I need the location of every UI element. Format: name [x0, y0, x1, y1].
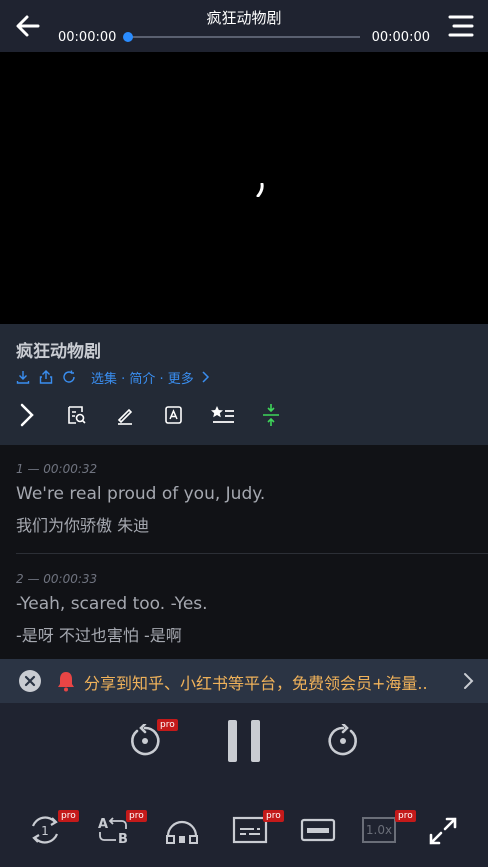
loading-spinner-icon	[256, 183, 264, 197]
menu-icon[interactable]	[446, 10, 476, 42]
pro-badge: pro	[157, 719, 178, 731]
forward-icon[interactable]	[326, 724, 360, 758]
subtitle-index: 1 — 00:00:32	[16, 462, 98, 476]
episode-links[interactable]: 选集 · 简介 · 更多	[91, 368, 194, 387]
download-icon[interactable]	[16, 370, 30, 384]
subtitle-english: We're real proud of you, Judy.	[16, 484, 266, 504]
subtitle-list[interactable]: 1 — 00:00:32 We're real proud of you, Ju…	[0, 445, 488, 659]
refresh-icon[interactable]	[62, 370, 76, 384]
pro-badge: pro	[263, 810, 284, 822]
seek-handle[interactable]	[123, 32, 133, 42]
subtitle-chinese: 我们为你骄傲 朱迪	[16, 516, 150, 535]
promo-text[interactable]: 分享到知乎、小红书等平台，免费领会员+海量..	[84, 670, 462, 694]
pro-badge: pro	[126, 810, 147, 822]
meta-row: 选集 · 简介 · 更多	[16, 368, 210, 387]
fullscreen-icon[interactable]	[428, 816, 458, 846]
chevron-right-icon[interactable]	[462, 671, 474, 691]
favorites-list-icon[interactable]	[210, 402, 236, 428]
svg-text:B: B	[118, 832, 128, 846]
expand-chevron-icon[interactable]	[14, 402, 40, 428]
edit-icon[interactable]	[112, 402, 138, 428]
translate-icon[interactable]	[160, 402, 186, 428]
pro-badge: pro	[58, 810, 79, 822]
share-icon[interactable]	[39, 370, 53, 384]
subtitle-item[interactable]: 2 — 00:00:33 -Yeah, scared too. -Yes. -是…	[16, 572, 488, 646]
promo-banner[interactable]: 分享到知乎、小红书等平台，免费领会员+海量..	[0, 659, 488, 703]
playback-speed-button[interactable]: 1.0x	[362, 817, 396, 843]
bell-icon	[58, 672, 74, 692]
video-title: 疯狂动物剧	[206, 9, 282, 27]
subtitle-english: -Yeah, scared too. -Yes.	[16, 594, 208, 614]
subtitle-index: 2 — 00:00:33	[16, 572, 98, 586]
playback-controls: pro 1 pro A B pro pro 1.0x pro	[0, 703, 488, 867]
svg-text:A: A	[98, 817, 108, 832]
pro-badge: pro	[395, 810, 416, 822]
total-time: 00:00:00	[371, 30, 430, 45]
subtitle-chinese: -是呀 不过也害怕 -是啊	[16, 626, 182, 645]
pause-icon[interactable]	[226, 718, 262, 764]
svg-text:1: 1	[41, 824, 49, 838]
video-player[interactable]	[0, 52, 488, 324]
current-time: 00:00:00	[58, 30, 117, 45]
seek-bar[interactable]	[128, 36, 360, 38]
close-icon[interactable]	[18, 669, 42, 693]
search-subtitle-icon[interactable]	[64, 402, 90, 428]
chevron-right-icon[interactable]	[200, 371, 210, 383]
video-info-panel: 疯狂动物剧 选集 · 简介 · 更多	[0, 324, 488, 445]
show-title: 疯狂动物剧	[16, 342, 101, 362]
top-bar: 疯狂动物剧 00:00:00 00:00:00	[0, 0, 488, 52]
loop-segment-icon[interactable]	[164, 814, 200, 846]
subtitle-toolbar	[0, 402, 488, 432]
subtitle-bar-icon[interactable]	[300, 816, 336, 844]
subtitle-divider	[16, 553, 488, 554]
compress-spacing-icon[interactable]	[258, 402, 284, 428]
subtitle-item[interactable]: 1 — 00:00:32 We're real proud of you, Ju…	[16, 462, 488, 536]
